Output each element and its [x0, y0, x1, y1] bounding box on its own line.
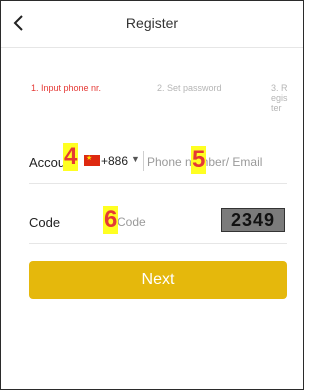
- marker-4: 4: [63, 143, 79, 171]
- code-row: Code 2349: [29, 199, 287, 244]
- phone-email-input[interactable]: [147, 153, 283, 171]
- captcha-image[interactable]: 2349: [221, 208, 285, 232]
- step-1-label: 1. Input phone nr.: [31, 83, 102, 93]
- code-input[interactable]: [117, 213, 207, 231]
- next-button[interactable]: Next: [29, 261, 287, 299]
- divider: [143, 151, 144, 171]
- step-2-label: 2. Set password: [157, 83, 222, 93]
- marker-6: 6: [103, 206, 119, 234]
- header: Register: [1, 1, 303, 48]
- marker-5: 5: [191, 146, 207, 174]
- country-code[interactable]: +886: [101, 154, 128, 168]
- china-flag-icon[interactable]: ★: [84, 155, 100, 166]
- chevron-down-icon[interactable]: ▼: [131, 154, 140, 164]
- app-frame: Register 1. Input phone nr. 2. Set passw…: [0, 0, 304, 390]
- page-title: Register: [125, 15, 179, 31]
- step-3-label: 3. Register: [271, 83, 288, 113]
- code-label: Code: [29, 215, 61, 230]
